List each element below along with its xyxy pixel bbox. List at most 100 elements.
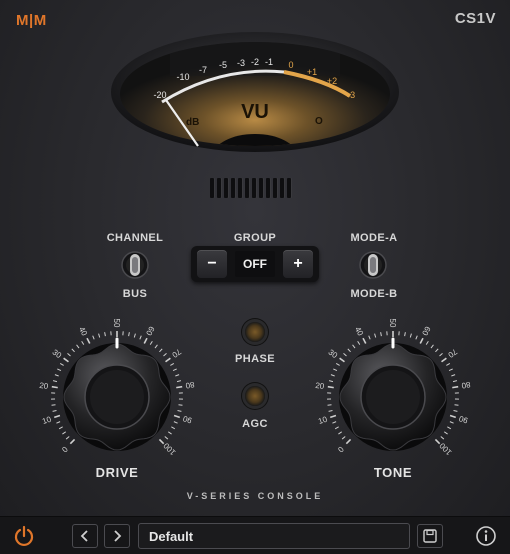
bottom-bar: Default [0,516,510,554]
meter-scale-label: -10 [176,72,189,82]
knob-scale-label: 60 [420,325,432,338]
knob-tick [59,362,64,366]
knob-scale-label: 60 [144,325,156,338]
chevron-right-icon [114,530,122,542]
knob-scale-label: 0 [336,445,346,455]
channel-label: CHANNEL [106,232,164,244]
knob-tick [67,352,71,357]
preset-prev-button[interactable] [72,524,98,548]
knob-tick [58,426,63,430]
knob-tick [347,348,351,353]
knob-tick [51,385,58,389]
save-preset-button[interactable] [417,524,443,548]
knob-tick [57,368,62,372]
console-footer-text: V-SERIES CONSOLE [186,491,324,501]
knob-tick [170,362,175,366]
knob-scale-label: 20 [315,381,326,391]
info-icon[interactable] [475,525,497,547]
knob-scale-label: 10 [41,415,53,426]
knob-tick [54,374,59,377]
knob-tick [173,421,178,424]
preset-next-button[interactable] [104,524,130,548]
knob-tick [368,335,371,340]
knob-tick [452,385,459,389]
meter-scale-label: -3 [237,58,245,68]
mode-a-label: MODE-A [350,232,398,244]
knob-tick [63,357,69,363]
knob-tick [434,438,441,445]
knob-tick [454,404,459,406]
knob-tick [52,410,57,412]
knob-tick [176,380,182,383]
knob-tick [149,341,153,345]
knob-tick [328,410,333,412]
knob-tick [175,374,180,377]
knob-tick [143,337,148,344]
meter-scale-label: +3 [345,90,355,100]
knob-tick [441,357,447,363]
meter-scale-label: -20 [153,90,166,100]
knob-scale-label: 10 [317,415,329,426]
knob-tick [338,431,343,435]
tone-knob[interactable]: 0102030405060708090100 [313,317,473,469]
meter-scale-label: -1 [265,57,273,67]
knob-tick [415,335,418,340]
group-label: GROUP [233,232,277,244]
knob-tick [453,410,458,412]
knob-tick [345,438,352,445]
knob-tick [447,426,452,430]
knob-tick [449,421,454,424]
plugin-window: M|M CS1V -20 -10 -7 -5 -3 -2 -1 0 +1 +2 +3 [0,0,510,554]
knob-tick [133,333,136,338]
knob-tick [98,333,101,338]
knob-tick [159,348,163,353]
knob-tick [449,414,457,419]
knob-scale-label: 80 [460,380,471,390]
knob-tick [341,436,346,440]
knob-tick [330,374,335,377]
group-increment-button[interactable]: + [283,250,313,278]
knob-tick [440,436,445,440]
mode-toggle[interactable] [358,248,388,282]
meter-scale-label: +1 [307,67,317,77]
save-icon [423,529,437,543]
power-icon[interactable] [13,525,35,547]
knob-tick [362,337,367,344]
knob-tick [425,341,429,345]
knob-tick [128,332,130,337]
phase-lamp[interactable] [245,322,265,342]
knob-tick [352,344,356,349]
knob-tick [53,414,61,419]
agc-lamp[interactable] [245,386,265,406]
knob-scale-label: 30 [327,348,340,361]
knob-tick [430,344,434,349]
vu-meter: -20-10-7 -5 -3 -2 -1 0+1+2+3 VU dB O [111,32,399,152]
knob-tick [380,332,382,337]
knob-tick [332,421,337,424]
knob-tick [104,332,106,337]
knob-tick [452,380,458,383]
bus-label: BUS [122,288,148,300]
knob-tick [177,410,182,412]
knob-tick [52,380,58,383]
knob-tick [439,352,443,357]
product-name: CS1V [454,10,496,27]
knob-tick [176,385,183,389]
knob-scale-label: 40 [353,325,365,338]
knob-tick [327,385,334,389]
channel-bus-toggle[interactable] [120,248,150,282]
preset-selector[interactable]: Default [138,523,410,549]
phase-label: PHASE [235,353,275,365]
knob-tick [69,438,76,445]
knob-scale-label: 30 [51,348,64,361]
knob-tick [56,421,61,424]
meter-scale-label: -7 [199,65,207,75]
knob-tick [435,348,439,353]
drive-knob[interactable]: 0102030405060708090100 [37,317,197,469]
vent-grille [210,178,294,203]
logo-text: M|M [16,12,47,29]
group-decrement-button[interactable]: − [197,250,227,278]
knob-tick [167,431,172,435]
knob-tick [329,414,337,419]
knob-tick [86,337,91,344]
